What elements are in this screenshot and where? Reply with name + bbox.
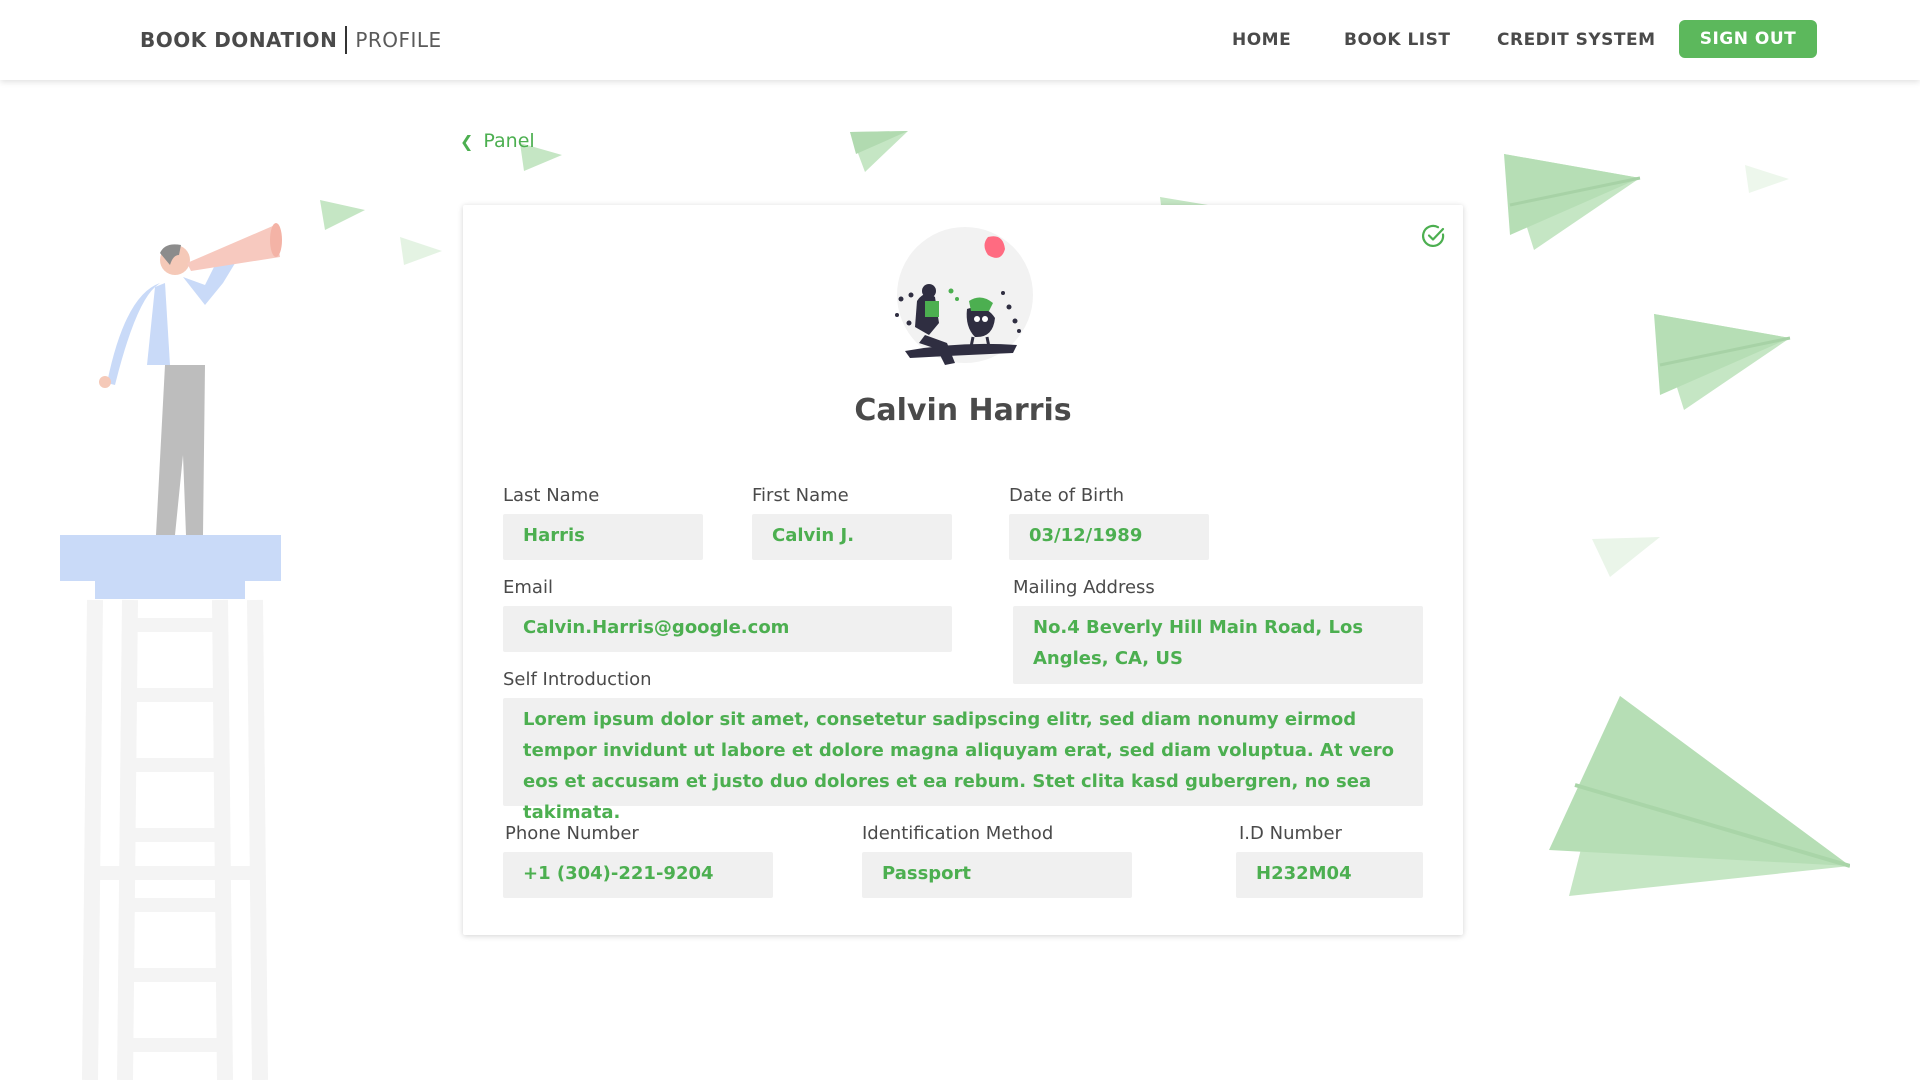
avatar[interactable] [885,223,1035,373]
first-name-label: First Name [752,485,849,506]
chevron-left-icon: ❮ [460,131,474,151]
paper-plane-decoration [400,237,442,265]
page-section-title: PROFILE [355,28,442,52]
nav-book-list[interactable]: BOOK LIST [1344,30,1450,50]
date-of-birth-field[interactable]: 03/12/1989 [1009,514,1209,560]
nav-credit-system[interactable]: CREDIT SYSTEM [1497,30,1656,50]
last-name-field[interactable]: Harris [503,514,703,560]
check-circle-icon[interactable] [1421,223,1447,249]
id-number-field[interactable]: H232M04 [1236,852,1423,898]
nav-home[interactable]: HOME [1232,30,1291,50]
person-on-ladder-illustration [60,223,282,1080]
sign-out-button[interactable]: SIGN OUT [1679,20,1817,58]
phone-number-label: Phone Number [505,823,639,844]
top-navbar: BOOK DONATION PROFILE HOME BOOK LIST CRE… [0,0,1920,80]
back-link-label: Panel [483,130,535,152]
phone-number-field[interactable]: +1 (304)-221-9204 [503,852,773,898]
paper-plane-decoration [1504,154,1641,250]
email-field[interactable]: Calvin.Harris@google.com [503,606,952,652]
date-of-birth-label: Date of Birth [1009,485,1125,506]
mailing-address-label: Mailing Address [1013,577,1155,598]
paper-plane-decoration [1745,165,1789,193]
paper-plane-decoration [1592,537,1660,577]
last-name-label: Last Name [503,485,600,506]
first-name-field[interactable]: Calvin J. [752,514,952,560]
paper-plane-decoration [1549,696,1850,896]
self-introduction-label: Self Introduction [503,669,652,690]
identification-method-label: Identification Method [862,823,1054,844]
id-number-label: I.D Number [1239,823,1342,844]
identification-method-field[interactable]: Passport [862,852,1132,898]
brand-title: BOOK DONATION [140,28,338,52]
self-introduction-field[interactable]: Lorem ipsum dolor sit amet, consetetur s… [503,698,1423,823]
paper-plane-decoration [1654,314,1791,410]
brand-divider [345,26,348,54]
email-label: Email [503,577,553,598]
profile-card: Calvin Harris Last Name Harris First Nam… [463,205,1463,935]
profile-name: Calvin Harris [854,393,1072,428]
paper-plane-decoration [320,200,365,230]
paper-plane-decoration [850,131,908,172]
brand[interactable]: BOOK DONATION PROFILE [140,26,442,54]
mailing-address-field[interactable]: No.4 Beverly Hill Main Road, Los Angles,… [1013,606,1423,684]
back-to-panel-link[interactable]: ❮ Panel [460,130,535,152]
